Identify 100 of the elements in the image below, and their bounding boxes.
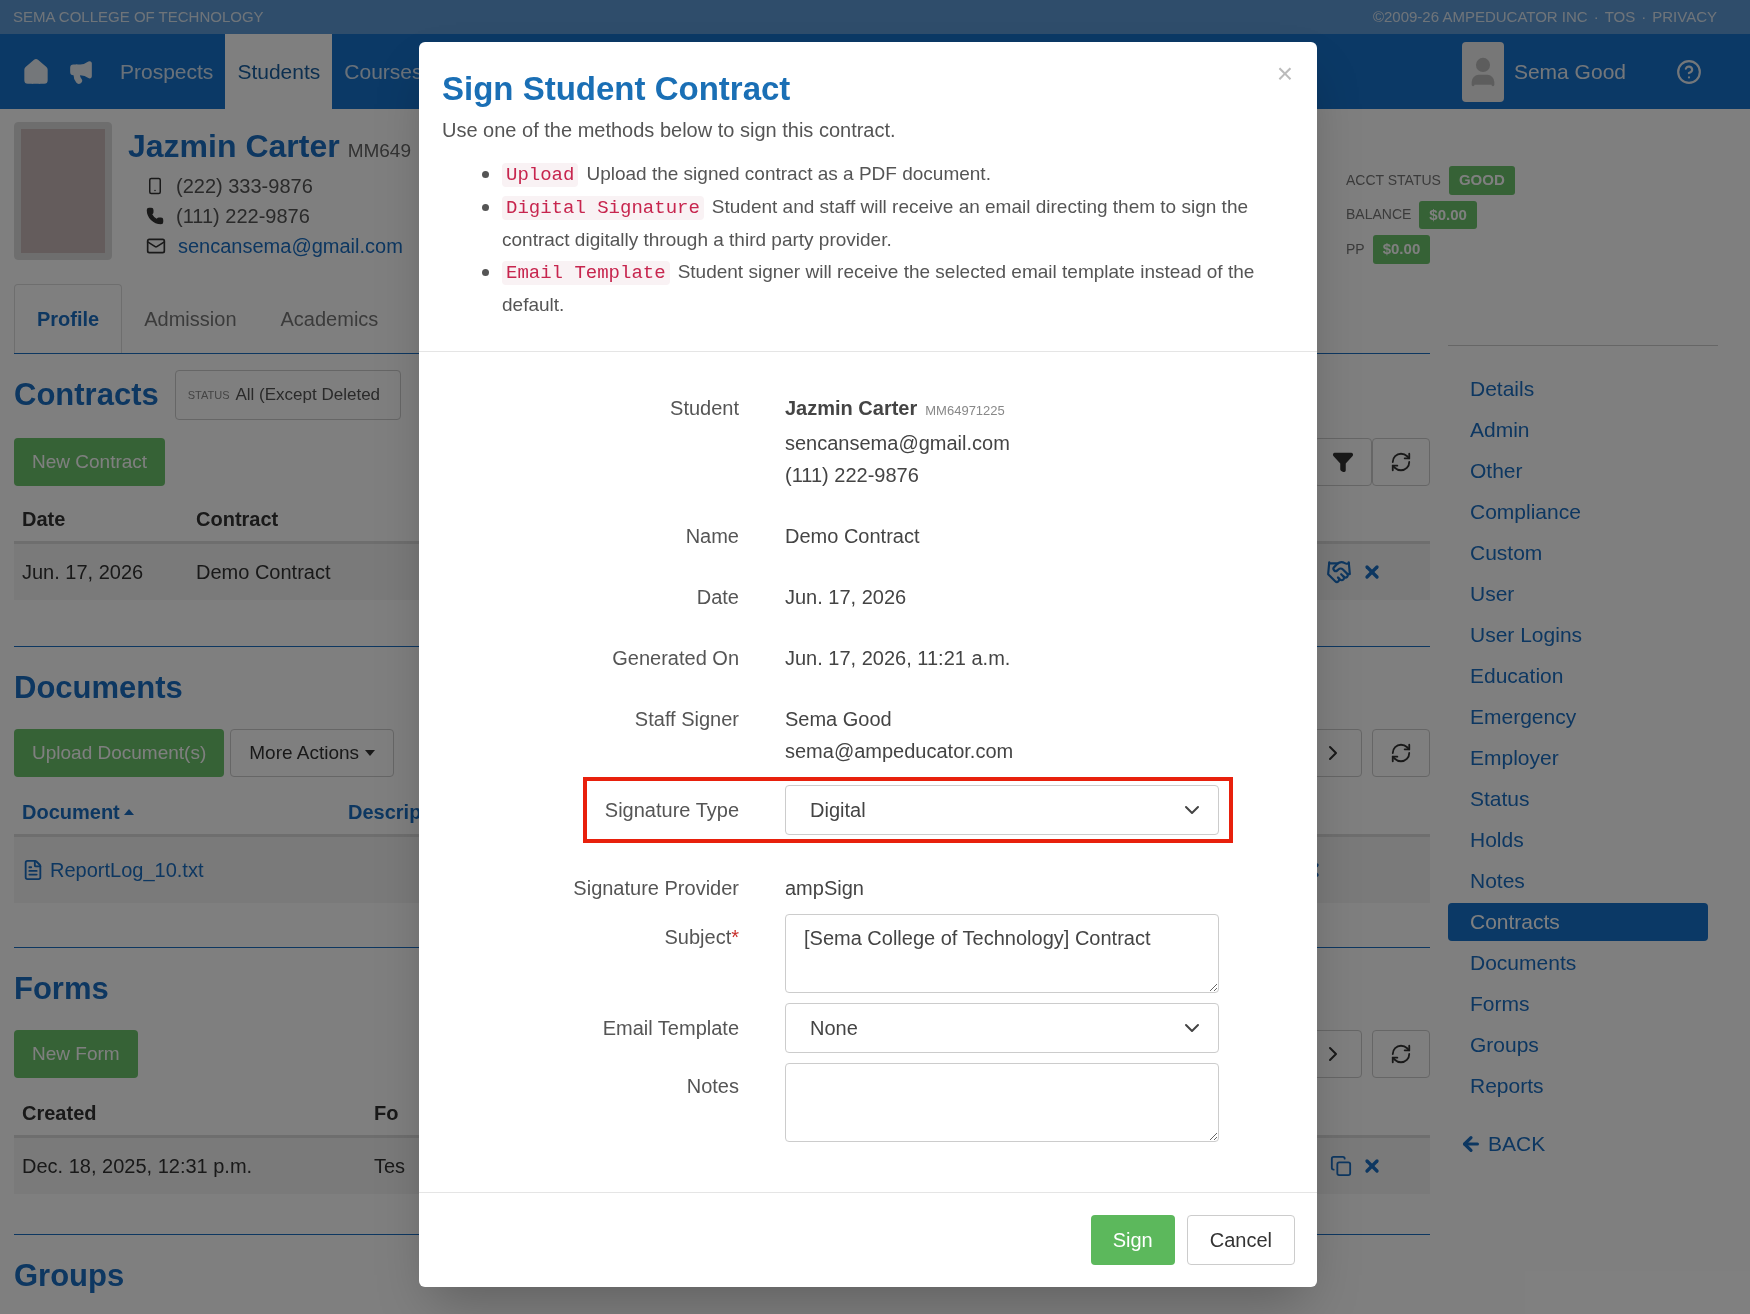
select-field[interactable]: None	[785, 1003, 1219, 1053]
account-label: ACCT STATUS	[1346, 170, 1441, 190]
profile-tab[interactable]: Academics	[258, 284, 401, 353]
close-button[interactable]: ×	[1276, 60, 1293, 88]
delete-icon[interactable]	[1362, 1156, 1382, 1176]
side-menu-item[interactable]: Education	[1448, 657, 1708, 695]
side-menu-item[interactable]: Groups	[1448, 1026, 1708, 1064]
field-value: Jun. 17, 2026	[785, 585, 907, 610]
section-heading: Documents	[14, 669, 183, 707]
side-menu-item[interactable]: Details	[1448, 370, 1708, 408]
column-header: Contract	[196, 506, 279, 532]
account-label: PP	[1346, 239, 1365, 259]
status-filter[interactable]: STATUS All (Except Deleted	[174, 370, 402, 420]
file-link[interactable]: ReportLog_10.txt	[50, 855, 204, 885]
field-value: sema@ampeducator.com	[785, 739, 1014, 764]
upload-button[interactable]: Upload Document(s)	[14, 729, 225, 777]
text-area-field[interactable]: [Sema College of Technology] Contract	[785, 914, 1219, 993]
handshake-icon[interactable]	[1326, 559, 1352, 585]
section-heading: Forms	[14, 970, 109, 1008]
method-description: Email Template Student signer will receive the selected email template instead of the default.	[502, 260, 1256, 317]
student-id: MM64971225	[925, 402, 1005, 420]
side-menu-item[interactable]: Holds	[1448, 821, 1708, 859]
side-menu-item[interactable]: Emergency	[1448, 698, 1708, 736]
column-header[interactable]: Document	[22, 796, 348, 827]
account-badge: $0.00	[1419, 200, 1477, 229]
sort-caret-icon	[123, 808, 134, 815]
side-menu-item[interactable]: Employer	[1448, 739, 1708, 777]
user-name[interactable]: Sema Good	[1513, 55, 1626, 88]
caret-icon	[365, 750, 376, 756]
side-menu-item[interactable]: Custom	[1448, 534, 1708, 572]
side-menu-item[interactable]: User	[1448, 575, 1708, 613]
copyright-link[interactable]: ©2009-26 AMPEDUCATOR INC	[1372, 5, 1588, 29]
profile-tab[interactable]: Profile	[14, 284, 123, 353]
field-value: (111) 222-9876	[785, 463, 920, 488]
account-badge: GOOD	[1448, 166, 1515, 195]
section-heading: Contracts	[14, 376, 159, 414]
back-link[interactable]: BACK	[1448, 1128, 1708, 1160]
side-menu-item[interactable]: Notes	[1448, 862, 1708, 900]
delete-icon[interactable]	[1362, 562, 1382, 582]
refresh-button[interactable]	[1372, 1030, 1430, 1078]
mobile-number: (222) 333-9876	[176, 174, 313, 199]
more-actions-button[interactable]: More Actions	[230, 729, 395, 777]
column-header: Fo	[374, 1100, 399, 1126]
column-header: Created	[22, 1100, 98, 1126]
nav-tab[interactable]: Students	[225, 34, 333, 109]
account-badge: $0.00	[1372, 235, 1431, 264]
column-header[interactable]: Descrip	[348, 796, 422, 827]
table-cell-text: Tes	[374, 1154, 406, 1179]
field-label: Subject*	[663, 925, 739, 950]
new-form-button[interactable]: New Form	[14, 1030, 138, 1078]
separator-dot: ·	[1641, 6, 1647, 27]
megaphone-icon[interactable]	[68, 58, 94, 85]
side-menu-item[interactable]: Compliance	[1448, 493, 1708, 531]
home-icon[interactable]	[22, 57, 50, 86]
field-value: sencansema@gmail.com	[785, 431, 1010, 456]
dialog-title: Sign Student Contract	[442, 69, 791, 109]
filter-icon	[1332, 451, 1354, 473]
column-header: Date	[22, 506, 67, 532]
side-menu-item[interactable]: Forms	[1448, 985, 1708, 1023]
field-label: Signature Provider	[572, 876, 739, 901]
profile-tab[interactable]: Admission	[122, 284, 259, 353]
field-label: Generated On	[611, 646, 739, 671]
student-name: Jazmin Carter	[128, 127, 340, 166]
side-menu-item[interactable]: Contracts	[1448, 903, 1708, 941]
mail-icon	[146, 236, 166, 256]
new-contract-button[interactable]: New Contract	[14, 438, 166, 486]
table-cell-text: Jun. 17, 2026	[22, 560, 145, 585]
field-value: ampSign	[785, 876, 864, 901]
separator-dot: ·	[1593, 6, 1599, 27]
email-link[interactable]: sencansema@gmail.com	[178, 232, 403, 260]
field-value: Jun. 17, 2026, 11:21 a.m.	[785, 646, 1011, 671]
copy-icon[interactable]	[1330, 1155, 1352, 1177]
field-value: Demo Contract	[785, 524, 920, 549]
cancel-button[interactable]: Cancel	[1186, 1215, 1295, 1265]
text-area-field[interactable]	[785, 1063, 1219, 1142]
side-menu-item[interactable]: User Logins	[1448, 616, 1708, 654]
avatar[interactable]	[1461, 41, 1504, 102]
select-field[interactable]: Digital	[785, 785, 1219, 835]
field-label: Name	[684, 524, 739, 549]
side-menu-item[interactable]: Admin	[1448, 411, 1708, 449]
side-menu-item[interactable]: Reports	[1448, 1067, 1708, 1105]
footer-link[interactable]: TOS	[1604, 5, 1636, 29]
side-menu-item[interactable]: Documents	[1448, 944, 1708, 982]
side-menu-item[interactable]: Other	[1448, 452, 1708, 490]
refresh-button[interactable]	[1372, 729, 1430, 777]
filter-button[interactable]	[1314, 438, 1372, 486]
help-icon[interactable]	[1676, 58, 1702, 85]
field-label: Notes	[685, 1074, 739, 1099]
section-heading: Groups	[14, 1257, 125, 1295]
side-menu-item[interactable]: Status	[1448, 780, 1708, 818]
field-label: Date	[695, 585, 739, 610]
field-label: Signature Type	[603, 798, 739, 823]
footer-link[interactable]: PRIVACY	[1652, 5, 1717, 29]
nav-tab[interactable]: Prospects	[108, 34, 226, 109]
refresh-button[interactable]	[1372, 438, 1430, 486]
document-icon	[22, 859, 44, 881]
sign-button[interactable]: Sign	[1090, 1215, 1175, 1265]
field-label: Staff Signer	[633, 707, 739, 732]
mobile-phone-icon	[146, 177, 164, 195]
phone-number: (111) 222-9876	[176, 204, 310, 229]
